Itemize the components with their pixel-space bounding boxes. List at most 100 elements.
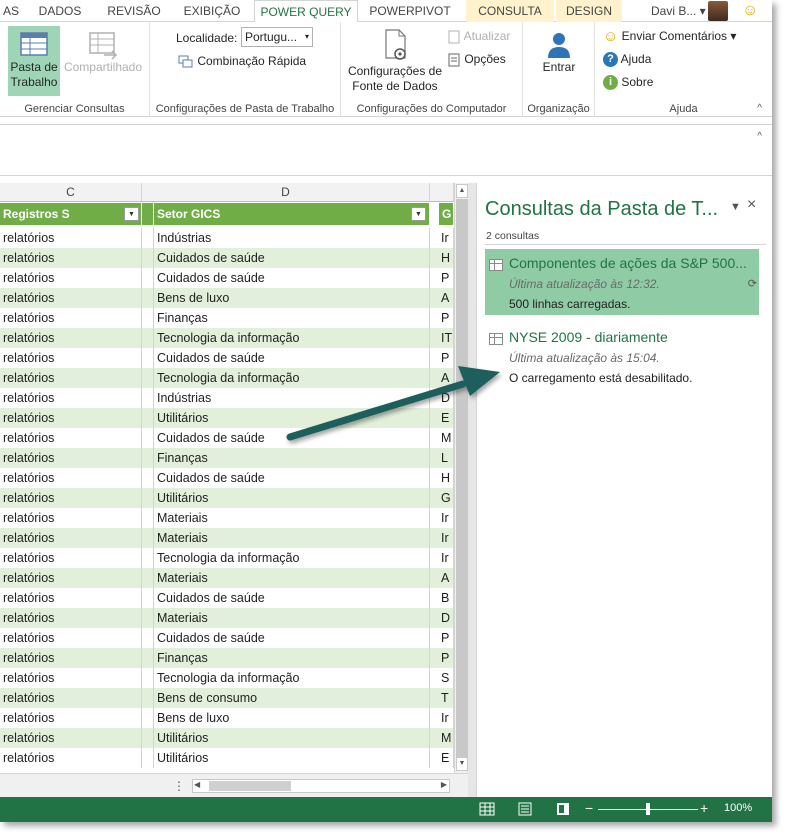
table-row[interactable]: relatórios Utilitários E xyxy=(0,408,454,428)
table-row[interactable]: relatórios Materiais Ir xyxy=(0,528,454,548)
cell-g[interactable]: P xyxy=(438,348,454,368)
cell-setor[interactable]: Materiais xyxy=(154,568,430,588)
pane-splitter[interactable] xyxy=(468,183,476,797)
cell-registros[interactable]: relatórios xyxy=(0,428,142,448)
table-row[interactable]: relatórios Indústrias D xyxy=(0,388,454,408)
cell-g[interactable]: S xyxy=(438,668,454,688)
table-row[interactable]: relatórios Cuidados de saúde P xyxy=(0,628,454,648)
cell-registros[interactable]: relatórios xyxy=(0,548,142,568)
cell-setor[interactable]: Bens de luxo xyxy=(154,708,430,728)
cell-registros[interactable]: relatórios xyxy=(0,688,142,708)
tab-exibicao[interactable]: EXIBIÇÃO xyxy=(176,0,248,22)
table-row[interactable]: relatórios Cuidados de saúde M xyxy=(0,428,454,448)
cell-setor[interactable]: Cuidados de saúde xyxy=(154,268,430,288)
cell-setor[interactable]: Cuidados de saúde xyxy=(154,248,430,268)
cell-g[interactable]: P xyxy=(438,308,454,328)
cell-registros[interactable]: relatórios xyxy=(0,248,142,268)
tab-consulta[interactable]: CONSULTA xyxy=(466,0,554,22)
vertical-scrollbar[interactable]: ▲ ▼ xyxy=(454,183,468,773)
cell-setor[interactable]: Cuidados de saúde xyxy=(154,588,430,608)
table-row[interactable]: relatórios Materiais A xyxy=(0,568,454,588)
cell-setor[interactable]: Tecnologia da informação xyxy=(154,668,430,688)
table-row[interactable]: relatórios Materiais D xyxy=(0,608,454,628)
zoom-slider-thumb[interactable] xyxy=(646,803,650,815)
cell-g[interactable]: M xyxy=(438,428,454,448)
cell-registros[interactable]: relatórios xyxy=(0,328,142,348)
pane-menu-chevron-icon[interactable]: ▼ xyxy=(730,201,741,213)
table-row[interactable]: relatórios Cuidados de saúde H xyxy=(0,248,454,268)
cell-g[interactable]: P xyxy=(438,268,454,288)
split-handle-icon[interactable]: ⋮ xyxy=(173,779,185,793)
table-row[interactable]: relatórios Utilitários M xyxy=(0,728,454,748)
cell-setor[interactable]: Indústrias xyxy=(154,388,430,408)
table-row[interactable]: relatórios Cuidados de saúde P xyxy=(0,348,454,368)
zoom-in-button[interactable]: + xyxy=(700,800,708,816)
cell-setor[interactable]: Cuidados de saúde xyxy=(154,348,430,368)
cell-setor[interactable]: Utilitários xyxy=(154,488,430,508)
table-row[interactable]: relatórios Indústrias Ir xyxy=(0,228,454,248)
table-row[interactable]: relatórios Bens de luxo Ir xyxy=(0,708,454,728)
cell-registros[interactable]: relatórios xyxy=(0,628,142,648)
cell-g[interactable]: D xyxy=(438,608,454,628)
collapse-formula-icon[interactable]: ^ xyxy=(757,131,762,142)
table-row[interactable]: relatórios Finanças L xyxy=(0,448,454,468)
cell-setor[interactable]: Finanças xyxy=(154,308,430,328)
config-fonte-dados-button[interactable]: Configurações de Fonte de Dados xyxy=(345,26,445,96)
cell-registros[interactable]: relatórios xyxy=(0,448,142,468)
cell-g[interactable]: E xyxy=(438,408,454,428)
cell-g[interactable]: P xyxy=(438,628,454,648)
enviar-comentarios-button[interactable]: ☺ Enviar Comentários ▾ xyxy=(603,27,736,45)
table-row[interactable]: relatórios Bens de luxo A xyxy=(0,288,454,308)
page-layout-view-icon[interactable] xyxy=(517,802,533,816)
cell-setor[interactable]: Tecnologia da informação xyxy=(154,548,430,568)
cell-registros[interactable]: relatórios xyxy=(0,468,142,488)
cell-registros[interactable]: relatórios xyxy=(0,488,142,508)
cell-registros[interactable]: relatórios xyxy=(0,708,142,728)
formula-bar-area[interactable]: ^ xyxy=(0,124,772,176)
table-row[interactable]: relatórios Tecnologia da informação A xyxy=(0,368,454,388)
column-header-c[interactable]: C xyxy=(0,183,142,202)
refresh-icon[interactable]: ⟳ xyxy=(748,277,757,290)
smiley-feedback-icon[interactable]: ☺ xyxy=(742,2,760,20)
normal-view-icon[interactable] xyxy=(479,802,495,816)
cell-g[interactable]: Ir xyxy=(438,708,454,728)
table-row[interactable]: relatórios Tecnologia da informação Ir xyxy=(0,548,454,568)
column-header-d[interactable]: D xyxy=(142,183,430,202)
cell-setor[interactable]: Cuidados de saúde xyxy=(154,428,430,448)
table-row[interactable]: relatórios Tecnologia da informação S xyxy=(0,668,454,688)
cell-g[interactable]: A xyxy=(438,288,454,308)
cell-g[interactable]: G xyxy=(438,488,454,508)
cell-g[interactable]: B xyxy=(438,588,454,608)
table-row[interactable]: relatórios Tecnologia da informação IT xyxy=(0,328,454,348)
combinacao-rapida-button[interactable]: Combinação Rápida xyxy=(178,52,306,70)
cell-registros[interactable]: relatórios xyxy=(0,648,142,668)
zoom-percentage[interactable]: 100% xyxy=(724,802,752,814)
pasta-de-trabalho-button[interactable]: Pasta de Trabalho xyxy=(8,26,60,96)
table-header-setor[interactable]: Setor GICS ▼ xyxy=(154,203,430,225)
scroll-right-icon[interactable]: ▶ xyxy=(441,780,447,789)
tab-formulas[interactable]: AS xyxy=(0,0,22,22)
cell-setor[interactable]: Finanças xyxy=(154,648,430,668)
cell-setor[interactable]: Cuidados de saúde xyxy=(154,628,430,648)
cell-setor[interactable]: Finanças xyxy=(154,448,430,468)
cell-registros[interactable]: relatórios xyxy=(0,408,142,428)
cell-setor[interactable]: Tecnologia da informação xyxy=(154,368,430,388)
query-item-sp500[interactable]: Componentes de ações da S&P 500... Últim… xyxy=(485,249,759,315)
cell-setor[interactable]: Bens de luxo xyxy=(154,288,430,308)
table-row[interactable]: relatórios Cuidados de saúde B xyxy=(0,588,454,608)
query-item-nyse[interactable]: NYSE 2009 - diariamente Última atualizaç… xyxy=(485,323,759,389)
sobre-button[interactable]: i Sobre xyxy=(603,73,653,91)
opcoes-button[interactable]: Opções xyxy=(447,50,506,68)
cell-g[interactable]: Ir xyxy=(438,508,454,528)
table-header-registros[interactable]: Registros S ▼ xyxy=(0,203,142,225)
cell-g[interactable]: A xyxy=(438,368,454,388)
cell-registros[interactable]: relatórios xyxy=(0,528,142,548)
cell-g[interactable]: Ir xyxy=(438,548,454,568)
cell-g[interactable]: E xyxy=(438,748,454,768)
zoom-out-button[interactable]: − xyxy=(585,800,593,816)
tab-power-query[interactable]: POWER QUERY xyxy=(254,0,358,23)
localidade-select[interactable]: Portugu... ▾ xyxy=(241,27,313,47)
cell-g[interactable]: H xyxy=(438,248,454,268)
cell-g[interactable]: A xyxy=(438,568,454,588)
cell-setor[interactable]: Utilitários xyxy=(154,408,430,428)
